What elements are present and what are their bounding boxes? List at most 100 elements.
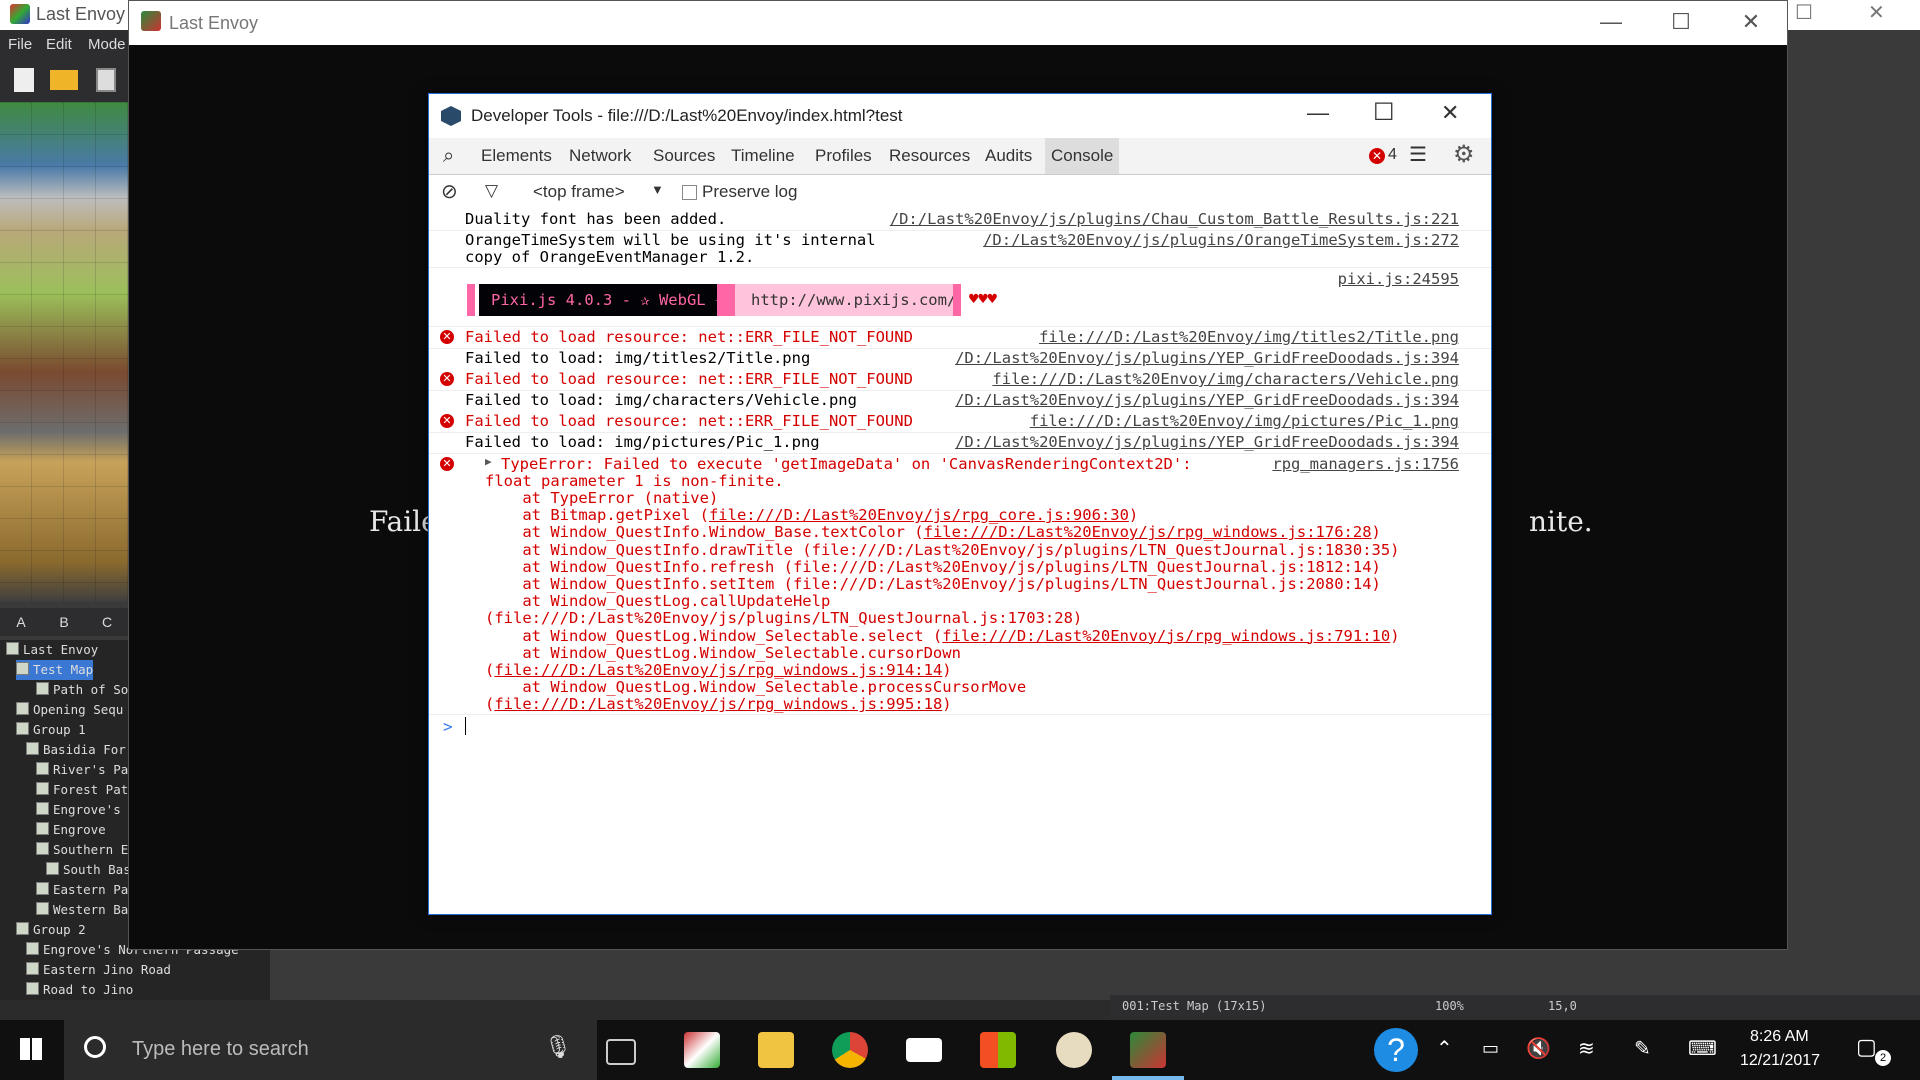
help-icon[interactable]: ?	[1374, 1028, 1418, 1072]
tree-item[interactable]: Road to Jino	[26, 980, 133, 1000]
chevron-up-icon[interactable]: ⌃	[1436, 1036, 1453, 1061]
tree-item[interactable]: Southern E	[36, 840, 128, 860]
tree-item[interactable]: Engrove	[36, 820, 106, 840]
wifi-icon[interactable]: ≋	[1578, 1036, 1595, 1061]
search-icon[interactable]: ⌕	[443, 138, 454, 174]
minimize-icon[interactable]: —	[1591, 9, 1631, 35]
tree-item[interactable]: Engrove's	[36, 800, 121, 820]
stack-frame-link[interactable]: file:///D:/Last%20Envoy/js/rpg_windows.j…	[494, 695, 942, 713]
tree-item[interactable]: Path of Sou	[36, 680, 136, 700]
tree-item[interactable]: Forest Pat	[36, 780, 128, 800]
game-error-text-right: nite.	[1529, 505, 1593, 538]
close-icon[interactable]: ✕	[1868, 0, 1885, 25]
new-project-icon[interactable]	[14, 68, 34, 92]
maximize-icon[interactable]: ☐	[1661, 9, 1701, 35]
tab-resources[interactable]: Resources	[889, 138, 970, 174]
tree-item[interactable]: Test Map	[16, 660, 94, 680]
clear-console-icon[interactable]: ⊘	[441, 179, 458, 204]
tab-sources[interactable]: Sources	[653, 138, 715, 174]
pen-icon[interactable]: ✎	[1634, 1036, 1651, 1061]
tab-network[interactable]: Network	[569, 138, 631, 174]
keyboard-icon[interactable]: ⌨	[1688, 1036, 1717, 1061]
pixi-banner-gap	[717, 284, 735, 316]
console-input-caret[interactable]	[465, 717, 466, 735]
windows-start-icon[interactable]	[20, 1038, 42, 1060]
settings-gear-icon[interactable]: ⚙	[1453, 140, 1475, 169]
chrome-icon[interactable]	[832, 1032, 868, 1068]
notes-app-icon[interactable]	[1056, 1032, 1092, 1068]
menu-edit[interactable]: Edit	[46, 36, 72, 53]
clock-date[interactable]: 12/21/2017	[1740, 1052, 1820, 1070]
console-source-link[interactable]: file:///D:/Last%20Envoy/img/titles2/Titl…	[1039, 328, 1459, 346]
maximize-icon[interactable]: ☐	[1373, 98, 1395, 127]
close-icon[interactable]: ✕	[1441, 100, 1459, 126]
console-source-link[interactable]: file:///D:/Last%20Envoy/img/pictures/Pic…	[1030, 412, 1459, 430]
task-view-icon[interactable]	[606, 1039, 636, 1065]
map-icon	[26, 962, 39, 975]
console-source-link[interactable]: /D:/Last%20Envoy/js/plugins/Chau_Custom_…	[890, 210, 1459, 228]
tree-item-label: Test Map	[33, 662, 94, 677]
stack-frame-link[interactable]: file:///D:/Last%20Envoy/js/rpg_windows.j…	[924, 523, 1372, 541]
tab-c[interactable]: C	[86, 614, 128, 630]
file-explorer-icon[interactable]	[758, 1032, 794, 1068]
error-count[interactable]: 4	[1388, 146, 1397, 164]
devtools-title: Developer Tools - file:///D:/Last%20Envo…	[471, 106, 903, 125]
console-source-link[interactable]: /D:/Last%20Envoy/js/plugins/OrangeTimeSy…	[983, 231, 1459, 249]
stack-frame-link[interactable]: file:///D:/Last%20Envoy/js/rpg_windows.j…	[942, 627, 1390, 645]
tree-item[interactable]: Group 2	[16, 920, 86, 940]
console-source-link[interactable]: file:///D:/Last%20Envoy/img/characters/V…	[992, 370, 1459, 388]
game-taskbar-icon[interactable]	[1130, 1032, 1166, 1068]
tree-item[interactable]: Eastern Pa	[36, 880, 128, 900]
tab-elements[interactable]: Elements	[481, 138, 552, 174]
mail-icon[interactable]	[906, 1038, 942, 1062]
expand-triangle-icon[interactable]: ▶	[485, 455, 492, 468]
tree-item[interactable]: Basidia For	[26, 740, 126, 760]
tab-b[interactable]: B	[43, 614, 85, 630]
tileset-palette[interactable]	[0, 102, 128, 602]
taskbar-search[interactable]: Type here to search 🎙	[64, 1020, 597, 1080]
tree-item[interactable]: Opening Sequ	[16, 700, 123, 720]
store-icon[interactable]	[980, 1032, 1016, 1068]
editor-toolbar	[0, 58, 135, 102]
preserve-log-checkbox[interactable]	[682, 185, 697, 200]
tree-item[interactable]: South Bas	[46, 860, 131, 880]
action-center-icon[interactable]: ▢	[1856, 1034, 1877, 1060]
tree-item[interactable]: Western Ba	[36, 900, 128, 920]
tab-profiles[interactable]: Profiles	[815, 138, 872, 174]
clock-time[interactable]: 8:26 AM	[1750, 1028, 1809, 1046]
open-folder-icon[interactable]	[50, 70, 78, 90]
tree-item[interactable]: Eastern Jino Road	[26, 960, 171, 980]
stack-frame-link[interactable]: file:///D:/Last%20Envoy/js/rpg_windows.j…	[494, 661, 942, 679]
save-icon[interactable]	[96, 68, 116, 92]
map-icon	[26, 982, 39, 995]
stack-frame-link[interactable]: file:///D:/Last%20Envoy/js/rpg_core.js:9…	[709, 506, 1129, 524]
close-icon[interactable]: ✕	[1731, 9, 1771, 35]
console-source-link[interactable]: /D:/Last%20Envoy/js/plugins/YEP_GridFree…	[955, 349, 1459, 367]
error-count-icon[interactable]: ✕	[1369, 148, 1385, 164]
tree-item[interactable]: Last Envoy	[6, 640, 98, 660]
tree-item[interactable]: Group 1	[16, 720, 86, 740]
menu-file[interactable]: File	[8, 36, 32, 53]
minimize-icon[interactable]: —	[1307, 100, 1329, 126]
map-icon	[36, 762, 49, 775]
battery-icon[interactable]: ▭	[1482, 1038, 1499, 1059]
microphone-icon[interactable]: 🎙	[544, 1034, 572, 1060]
cortana-icon[interactable]	[84, 1036, 106, 1058]
console-source-link[interactable]: /D:/Last%20Envoy/js/plugins/YEP_GridFree…	[955, 433, 1459, 451]
restore-icon[interactable]: ☐	[1795, 0, 1813, 25]
tab-audits[interactable]: Audits	[985, 138, 1032, 174]
volume-muted-icon[interactable]: 🔇	[1526, 1036, 1551, 1061]
tab-timeline[interactable]: Timeline	[731, 138, 795, 174]
tab-a[interactable]: A	[0, 614, 42, 630]
menu-mode[interactable]: Mode	[88, 36, 126, 53]
filter-icon[interactable]: ▽	[485, 181, 498, 201]
console-source-link[interactable]: /D:/Last%20Envoy/js/plugins/YEP_GridFree…	[955, 391, 1459, 409]
frame-selector[interactable]: <top frame>	[533, 182, 625, 202]
chevron-down-icon[interactable]: ▼	[651, 182, 664, 197]
console-source-link[interactable]: pixi.js:24595	[1338, 270, 1459, 288]
drawer-icon[interactable]: ☰	[1409, 142, 1427, 167]
tree-item[interactable]: River's Pa	[36, 760, 128, 780]
tab-console[interactable]: Console	[1045, 138, 1120, 174]
rpgmaker-taskbar-icon[interactable]	[684, 1032, 720, 1068]
console-source-link[interactable]: rpg_managers.js:1756	[1272, 455, 1459, 473]
